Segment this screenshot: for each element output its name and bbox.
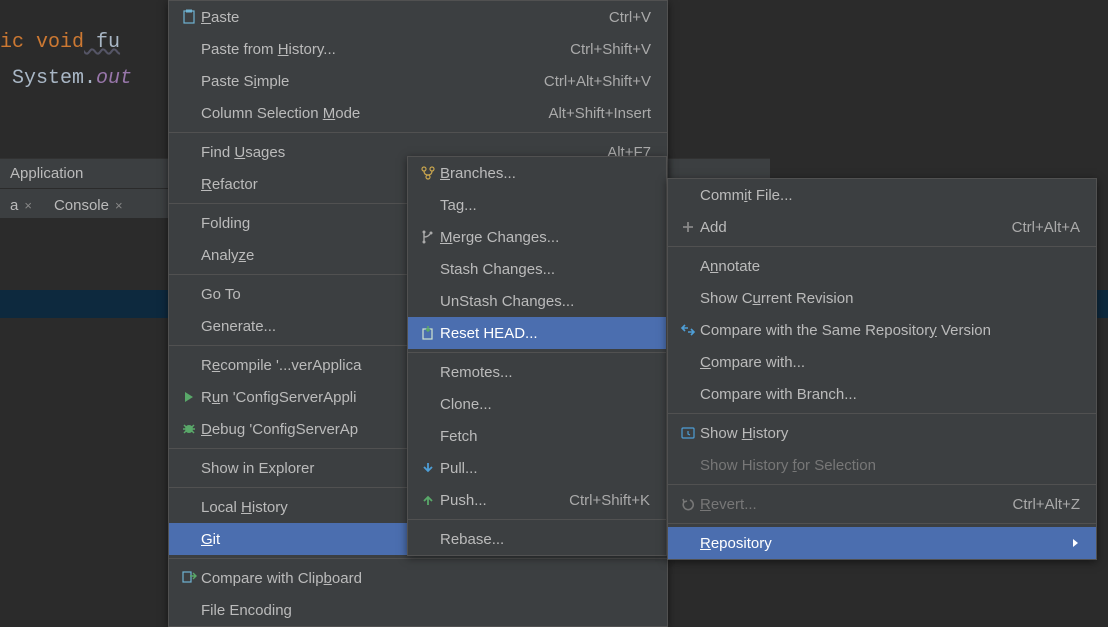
menu-pull[interactable]: Pull... — [408, 452, 666, 484]
menu-unstash[interactable]: UnStash Changes... — [408, 285, 666, 317]
menu-separator — [668, 484, 1096, 485]
debug-icon — [177, 420, 201, 438]
menu-file-encoding[interactable]: File Encoding — [169, 594, 667, 626]
branches-icon — [416, 164, 440, 182]
menu-push[interactable]: Push... Ctrl+Shift+K — [408, 484, 666, 516]
git-submenu: Branches... Tag... Merge Changes... Stas… — [407, 156, 667, 556]
menu-separator — [668, 246, 1096, 247]
menu-revert: Revert... Ctrl+Alt+Z — [668, 488, 1096, 520]
menu-compare-same-repo[interactable]: Compare with the Same Repository Version — [668, 314, 1096, 346]
menu-tag[interactable]: Tag... — [408, 189, 666, 221]
menu-show-history-selection: Show History for Selection — [668, 449, 1096, 481]
menu-commit-file[interactable]: Commit File... — [668, 179, 1096, 211]
menu-separator — [408, 519, 666, 520]
menu-separator — [169, 558, 667, 559]
run-icon — [177, 388, 201, 406]
menu-separator — [169, 132, 667, 133]
menu-annotate[interactable]: Annotate — [668, 250, 1096, 282]
menu-fetch[interactable]: Fetch — [408, 420, 666, 452]
menu-add[interactable]: Add Ctrl+Alt+A — [668, 211, 1096, 243]
menu-separator — [668, 523, 1096, 524]
compare-clipboard-icon — [177, 569, 201, 587]
revert-icon — [676, 495, 700, 513]
close-icon[interactable]: × — [115, 198, 123, 213]
menu-separator — [408, 352, 666, 353]
menu-separator — [668, 413, 1096, 414]
menu-compare-with[interactable]: Compare with... — [668, 346, 1096, 378]
menu-show-history[interactable]: Show History — [668, 417, 1096, 449]
history-icon — [676, 424, 700, 442]
add-icon — [676, 218, 700, 236]
close-icon[interactable]: × — [24, 198, 32, 213]
menu-merge[interactable]: Merge Changes... — [408, 221, 666, 253]
menu-show-current-rev[interactable]: Show Current Revision — [668, 282, 1096, 314]
menu-compare-clipboard[interactable]: Compare with Clipboard — [169, 562, 667, 594]
push-icon — [416, 491, 440, 509]
menu-stash[interactable]: Stash Changes... — [408, 253, 666, 285]
menu-paste-simple[interactable]: Paste Simple Ctrl+Alt+Shift+V — [169, 65, 667, 97]
vcs-submenu: Commit File... Add Ctrl+Alt+A Annotate S… — [667, 178, 1097, 560]
merge-icon — [416, 228, 440, 246]
compare-icon — [676, 321, 700, 339]
menu-clone[interactable]: Clone... — [408, 388, 666, 420]
menu-branches[interactable]: Branches... — [408, 157, 666, 189]
submenu-arrow-icon — [1072, 538, 1080, 548]
menu-repository[interactable]: Repository — [668, 527, 1096, 559]
tab-file[interactable]: a × — [0, 193, 42, 218]
menu-reset-head[interactable]: Reset HEAD... — [408, 317, 666, 349]
reset-icon — [416, 324, 440, 342]
pull-icon — [416, 459, 440, 477]
menu-remotes[interactable]: Remotes... — [408, 356, 666, 388]
menu-paste[interactable]: Paste Ctrl+V — [169, 1, 667, 33]
tab-console[interactable]: Console × — [44, 193, 133, 218]
menu-column-selection[interactable]: Column Selection Mode Alt+Shift+Insert — [169, 97, 667, 129]
menu-paste-history[interactable]: Paste from History... Ctrl+Shift+V — [169, 33, 667, 65]
menu-compare-branch[interactable]: Compare with Branch... — [668, 378, 1096, 410]
paste-icon — [177, 8, 201, 26]
menu-rebase[interactable]: Rebase... — [408, 523, 666, 555]
